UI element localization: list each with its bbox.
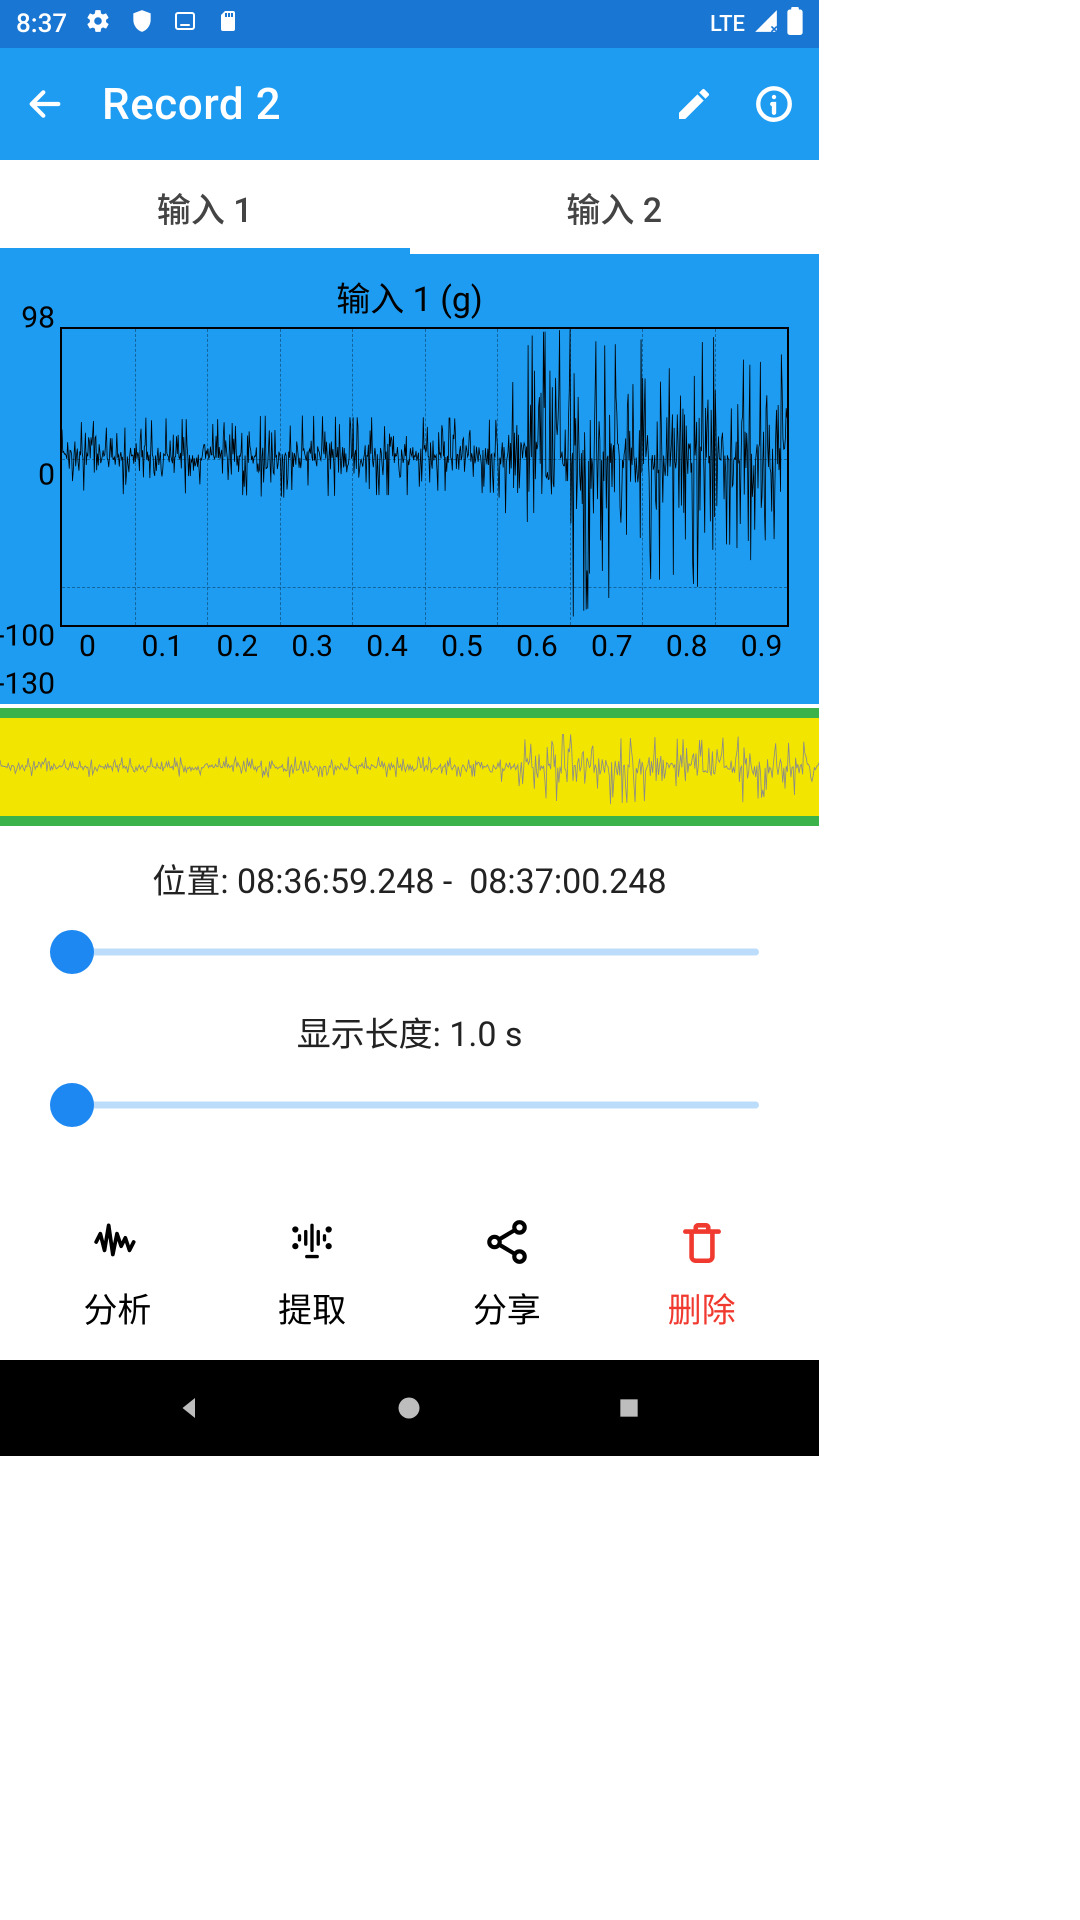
- tab-label: 输入 1: [157, 183, 253, 232]
- y-tick: 98: [21, 301, 55, 336]
- action-label: 分析: [83, 1283, 151, 1332]
- chart-title: 输入 1 (g): [0, 272, 819, 321]
- x-tick: 0.9: [724, 629, 799, 664]
- play-protect-icon: [129, 8, 155, 41]
- signal-icon: [753, 8, 779, 41]
- x-tick: 0.2: [200, 629, 275, 664]
- back-button[interactable]: [20, 79, 70, 129]
- x-tick: 0.4: [350, 629, 425, 664]
- x-tick: 0.6: [499, 629, 574, 664]
- overview-strip[interactable]: [0, 708, 819, 826]
- action-label: 删除: [668, 1283, 736, 1332]
- info-icon: [753, 83, 795, 125]
- slider-thumb[interactable]: [50, 930, 94, 974]
- x-tick: 0: [50, 629, 125, 664]
- edit-button[interactable]: [669, 79, 719, 129]
- info-button[interactable]: [749, 79, 799, 129]
- analyze-button[interactable]: 分析: [20, 1217, 215, 1332]
- nav-home[interactable]: [385, 1384, 433, 1432]
- controls-section: 位置: 08:36:59.248 - 08:37:00.248 显示长度: 1.…: [0, 826, 819, 1170]
- chart-box: 98 0 -100 -130 00.10.20.30.40.50.60.70.8…: [60, 327, 789, 664]
- y-tick: -130: [0, 667, 55, 702]
- app-bar: Record 2: [0, 48, 819, 160]
- tabs: 输入 1 输入 2: [0, 160, 819, 254]
- chart-area: 输入 1 (g) 98 0 -100 -130 00.10.20.30.40.5…: [0, 254, 819, 704]
- nav-back[interactable]: [166, 1384, 214, 1432]
- tab-input-2[interactable]: 输入 2: [410, 160, 820, 254]
- battery-icon: [787, 7, 803, 42]
- share-button[interactable]: 分享: [410, 1217, 605, 1332]
- arrow-left-icon: [25, 84, 65, 124]
- x-tick: 0.5: [425, 629, 500, 664]
- slider-track: [68, 1102, 759, 1109]
- status-bar: 8:37 LTE: [0, 0, 819, 48]
- trash-icon: [677, 1217, 727, 1267]
- delete-button[interactable]: 删除: [604, 1217, 799, 1332]
- position-slider[interactable]: [50, 925, 769, 979]
- slider-thumb[interactable]: [50, 1083, 94, 1127]
- waveform-icon: [92, 1217, 142, 1267]
- status-time: 8:37: [16, 9, 67, 39]
- nav-recent[interactable]: [605, 1384, 653, 1432]
- extract-button[interactable]: 提取: [215, 1217, 410, 1332]
- share-icon: [482, 1217, 532, 1267]
- x-tick: 0.1: [125, 629, 200, 664]
- extract-icon: [287, 1217, 337, 1267]
- y-axis-labels: 98 0 -100 -130: [0, 311, 55, 684]
- settings-gear-icon: [85, 8, 111, 41]
- x-tick: 0.3: [275, 629, 350, 664]
- chart-plot[interactable]: [60, 327, 789, 627]
- android-nav-bar: [0, 1360, 819, 1456]
- y-tick: -100: [0, 618, 55, 653]
- network-type: LTE: [710, 12, 745, 37]
- length-label: 显示长度: 1.0 s: [40, 1007, 779, 1056]
- sd-card-icon: [215, 9, 239, 40]
- action-row: 分析 提取 分享 删除: [0, 1187, 819, 1360]
- length-slider[interactable]: [50, 1078, 769, 1132]
- tab-input-1[interactable]: 输入 1: [0, 160, 410, 254]
- action-label: 分享: [473, 1283, 541, 1332]
- keyboard-icon: [173, 9, 197, 40]
- pencil-icon: [674, 84, 714, 124]
- position-label: 位置: 08:36:59.248 - 08:37:00.248: [40, 854, 779, 903]
- tab-label: 输入 2: [566, 183, 662, 232]
- action-label: 提取: [278, 1283, 346, 1332]
- slider-track: [68, 949, 759, 956]
- y-tick: 0: [38, 458, 55, 493]
- x-tick: 0.7: [574, 629, 649, 664]
- page-title: Record 2: [102, 78, 281, 130]
- overview-waveform-icon: [0, 718, 819, 816]
- x-tick: 0.8: [649, 629, 724, 664]
- x-axis-labels: 00.10.20.30.40.50.60.70.80.9: [50, 629, 799, 664]
